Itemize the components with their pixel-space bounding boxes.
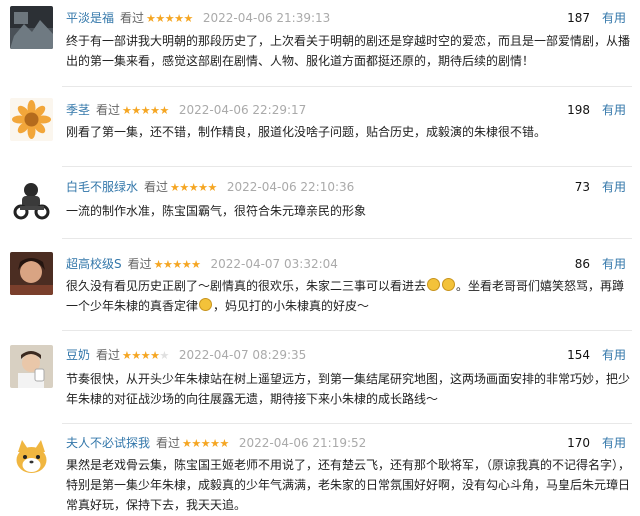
useful-button[interactable]: 有用 xyxy=(602,178,626,196)
divider xyxy=(62,238,632,239)
review-meta: 平淡是福 看过 ★★★★★ 2022-04-06 21:39:13 xyxy=(66,9,330,27)
useful-button[interactable]: 有用 xyxy=(602,101,626,119)
avatar-image xyxy=(10,436,53,479)
review-text: 果然是老戏骨云集，陈宝国王姬老师不用说了，还有楚云飞，还有那个耿将军，（原谅我真… xyxy=(66,458,631,512)
useful-button[interactable]: 有用 xyxy=(602,9,626,27)
rating-stars: ★★★★★ xyxy=(146,12,193,25)
review-time: 2022-04-06 22:29:17 xyxy=(178,103,307,117)
review-meta: 季茎 看过 ★★★★★ 2022-04-06 22:29:17 xyxy=(66,101,306,119)
avatar[interactable] xyxy=(10,436,53,479)
divider xyxy=(62,86,632,87)
review-meta: 超高校级S 看过 ★★★★★ 2022-04-07 03:32:04 xyxy=(66,255,338,273)
review-text: 终于有一部讲我大明朝的那段历史了，上次看关于明朝的剧还是穿越时空的爱恋，而且是一… xyxy=(66,34,631,68)
review-time: 2022-04-06 21:19:52 xyxy=(238,436,367,450)
review-text: 刚看了第一集，还不错，制作精良，服道化没啥子问题，贴合历史，成毅演的朱棣很不错。 xyxy=(66,125,547,139)
review-text-part: 很久没有看见历史正剧了～剧情真的很欢乐，朱家二三事可以看进去 xyxy=(66,279,427,293)
avatar[interactable] xyxy=(10,345,53,388)
rating-stars: ★★★★★ xyxy=(153,258,201,271)
review-meta: 白毛不服绿水 看过 ★★★★★ 2022-04-06 22:10:36 xyxy=(66,178,354,196)
reviewer-name[interactable]: 白毛不服绿水 xyxy=(66,180,138,194)
watched-label: 看过 xyxy=(156,436,181,450)
useful-button[interactable]: 有用 xyxy=(602,346,626,364)
vote-count: 198 xyxy=(567,103,590,117)
vote-count: 154 xyxy=(567,348,590,362)
review-meta: 夫人不必试探我 看过 ★★★★★ 2022-04-06 21:19:52 xyxy=(66,434,366,452)
reviewer-name[interactable]: 平淡是福 xyxy=(66,11,114,25)
reviewer-name[interactable]: 超高校级S xyxy=(66,257,122,271)
rating-stars: ★★★★★ xyxy=(122,349,169,362)
divider xyxy=(62,330,632,331)
useful-button[interactable]: 有用 xyxy=(602,255,626,273)
divider xyxy=(62,423,632,424)
useful-button[interactable]: 有用 xyxy=(602,434,626,452)
review-meta: 豆奶 看过 ★★★★★ 2022-04-07 08:29:35 xyxy=(66,346,306,364)
avatar-image xyxy=(10,6,53,49)
review-text: 很久没有看见历史正剧了～剧情真的很欢乐，朱家二三事可以看进去 。坐看老哥哥们嬉笑怒… xyxy=(66,276,632,316)
review-time: 2022-04-07 08:29:35 xyxy=(178,348,307,362)
avatar-image xyxy=(10,98,53,141)
watched-label: 看过 xyxy=(96,103,121,117)
emoji-icon xyxy=(442,278,456,291)
vote-count: 170 xyxy=(567,436,590,450)
avatar[interactable] xyxy=(10,98,53,141)
review-time: 2022-04-07 03:32:04 xyxy=(210,257,338,271)
avatar-image xyxy=(10,178,53,221)
reviewer-name[interactable]: 季茎 xyxy=(66,103,90,117)
avatar[interactable] xyxy=(10,6,53,49)
watched-label: 看过 xyxy=(127,257,152,271)
watched-label: 看过 xyxy=(96,348,121,362)
reviewer-name[interactable]: 夫人不必试探我 xyxy=(66,436,150,450)
vote-count: 73 xyxy=(574,180,590,194)
watched-label: 看过 xyxy=(144,180,169,194)
rating-stars: ★★★★★ xyxy=(122,104,169,117)
vote-count: 86 xyxy=(574,257,590,271)
emoji-icon xyxy=(427,278,441,291)
divider xyxy=(62,166,632,167)
review-text: 一流的制作水准，陈宝国霸气，很符合朱元璋亲民的形象 xyxy=(66,204,367,218)
rating-stars: ★★★★★ xyxy=(170,181,217,194)
avatar[interactable] xyxy=(10,252,53,295)
avatar-image xyxy=(10,252,53,295)
avatar-image xyxy=(10,345,53,388)
vote-count: 187 xyxy=(567,11,590,25)
reviewer-name[interactable]: 豆奶 xyxy=(66,348,90,362)
review-time: 2022-04-06 22:10:36 xyxy=(226,180,355,194)
review-text-part: ，妈见打的小朱棣真的好皮～ xyxy=(213,299,370,313)
review-text: 节奏很快，从开头少年朱棣站在树上遥望远方，到第一集结尾研究地图，这两场画面安排的… xyxy=(66,372,631,406)
emoji-icon xyxy=(199,298,213,311)
watched-label: 看过 xyxy=(120,11,145,25)
rating-stars: ★★★★★ xyxy=(182,437,229,450)
review-time: 2022-04-06 21:39:13 xyxy=(202,11,331,25)
avatar[interactable] xyxy=(10,178,53,221)
